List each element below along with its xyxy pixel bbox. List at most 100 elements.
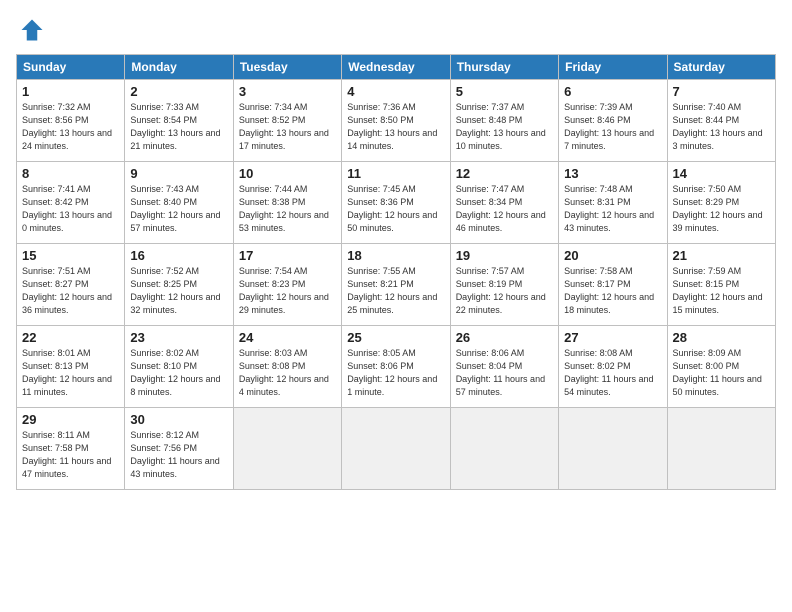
calendar-cell: 25 Sunrise: 8:05 AMSunset: 8:06 PMDayligh… [342, 326, 450, 408]
calendar-cell: 24Sunrise: 8:03 AMSunset: 8:08 PMDayligh… [233, 326, 341, 408]
weekday-header-monday: Monday [125, 55, 233, 80]
calendar-cell: 26Sunrise: 8:06 AMSunset: 8:04 PMDayligh… [450, 326, 558, 408]
day-detail: Sunrise: 7:57 AMSunset: 8:19 PMDaylight:… [456, 265, 553, 317]
calendar-table: SundayMondayTuesdayWednesdayThursdayFrid… [16, 54, 776, 490]
day-number: 5 [456, 84, 553, 99]
logo-icon [18, 16, 46, 44]
calendar-cell [559, 408, 667, 490]
weekday-header-tuesday: Tuesday [233, 55, 341, 80]
day-detail: Sunrise: 7:58 AMSunset: 8:17 PMDaylight:… [564, 265, 661, 317]
day-detail: Sunrise: 8:01 AMSunset: 8:13 PMDaylight:… [22, 347, 119, 399]
calendar-cell: 18Sunrise: 7:55 AMSunset: 8:21 PMDayligh… [342, 244, 450, 326]
day-detail: Sunrise: 8:06 AMSunset: 8:04 PMDaylight:… [456, 347, 553, 399]
day-detail: Sunrise: 7:43 AMSunset: 8:40 PMDaylight:… [130, 183, 227, 235]
calendar-cell: 4 Sunrise: 7:36 AMSunset: 8:50 PMDaylight… [342, 80, 450, 162]
day-number: 23 [130, 330, 227, 345]
day-detail: Sunrise: 7:39 AMSunset: 8:46 PMDaylight:… [564, 101, 661, 153]
calendar-cell: 14 Sunrise: 7:50 AMSunset: 8:29 PMDayligh… [667, 162, 775, 244]
day-number: 29 [22, 412, 119, 427]
day-number: 4 [347, 84, 444, 99]
day-number: 30 [130, 412, 227, 427]
calendar-cell: 11 Sunrise: 7:45 AMSunset: 8:36 PMDayligh… [342, 162, 450, 244]
day-detail: Sunrise: 8:02 AMSunset: 8:10 PMDaylight:… [130, 347, 227, 399]
calendar-cell: 1 Sunrise: 7:32 AMSunset: 8:56 PMDaylight… [17, 80, 125, 162]
day-detail: Sunrise: 7:32 AMSunset: 8:56 PMDaylight:… [22, 101, 119, 153]
calendar-cell: 9 Sunrise: 7:43 AMSunset: 8:40 PMDaylight… [125, 162, 233, 244]
day-number: 24 [239, 330, 336, 345]
logo [16, 16, 46, 44]
day-detail: Sunrise: 7:40 AMSunset: 8:44 PMDaylight:… [673, 101, 770, 153]
day-detail: Sunrise: 7:52 AMSunset: 8:25 PMDaylight:… [130, 265, 227, 317]
calendar-cell: 30 Sunrise: 8:12 AMSunset: 7:56 PMDayligh… [125, 408, 233, 490]
day-detail: Sunrise: 7:44 AMSunset: 8:38 PMDaylight:… [239, 183, 336, 235]
calendar-cell: 10 Sunrise: 7:44 AMSunset: 8:38 PMDayligh… [233, 162, 341, 244]
day-number: 10 [239, 166, 336, 181]
calendar-cell: 29 Sunrise: 8:11 AMSunset: 7:58 PMDayligh… [17, 408, 125, 490]
day-number: 8 [22, 166, 119, 181]
day-detail: Sunrise: 8:11 AMSunset: 7:58 PMDaylight:… [22, 429, 119, 481]
day-detail: Sunrise: 8:08 AMSunset: 8:02 PMDaylight:… [564, 347, 661, 399]
day-detail: Sunrise: 7:45 AMSunset: 8:36 PMDaylight:… [347, 183, 444, 235]
weekday-header-thursday: Thursday [450, 55, 558, 80]
day-detail: Sunrise: 8:05 AMSunset: 8:06 PMDaylight:… [347, 347, 444, 399]
calendar-cell: 3 Sunrise: 7:34 AMSunset: 8:52 PMDaylight… [233, 80, 341, 162]
calendar-cell: 17 Sunrise: 7:54 AMSunset: 8:23 PMDayligh… [233, 244, 341, 326]
calendar-cell: 7 Sunrise: 7:40 AMSunset: 8:44 PMDaylight… [667, 80, 775, 162]
weekday-header-sunday: Sunday [17, 55, 125, 80]
day-detail: Sunrise: 7:47 AMSunset: 8:34 PMDaylight:… [456, 183, 553, 235]
calendar-cell: 23 Sunrise: 8:02 AMSunset: 8:10 PMDayligh… [125, 326, 233, 408]
day-number: 6 [564, 84, 661, 99]
day-number: 9 [130, 166, 227, 181]
day-detail: Sunrise: 7:55 AMSunset: 8:21 PMDaylight:… [347, 265, 444, 317]
day-detail: Sunrise: 8:12 AMSunset: 7:56 PMDaylight:… [130, 429, 227, 481]
day-detail: Sunrise: 8:09 AMSunset: 8:00 PMDaylight:… [673, 347, 770, 399]
calendar-cell: 6 Sunrise: 7:39 AMSunset: 8:46 PMDaylight… [559, 80, 667, 162]
weekday-header-friday: Friday [559, 55, 667, 80]
weekday-header-wednesday: Wednesday [342, 55, 450, 80]
day-detail: Sunrise: 7:37 AMSunset: 8:48 PMDaylight:… [456, 101, 553, 153]
calendar-cell [450, 408, 558, 490]
day-number: 20 [564, 248, 661, 263]
day-detail: Sunrise: 7:34 AMSunset: 8:52 PMDaylight:… [239, 101, 336, 153]
day-detail: Sunrise: 7:59 AMSunset: 8:15 PMDaylight:… [673, 265, 770, 317]
calendar-cell: 12 Sunrise: 7:47 AMSunset: 8:34 PMDayligh… [450, 162, 558, 244]
calendar-cell: 15 Sunrise: 7:51 AMSunset: 8:27 PMDayligh… [17, 244, 125, 326]
day-detail: Sunrise: 7:48 AMSunset: 8:31 PMDaylight:… [564, 183, 661, 235]
calendar-cell: 13 Sunrise: 7:48 AMSunset: 8:31 PMDayligh… [559, 162, 667, 244]
calendar-cell: 19 Sunrise: 7:57 AMSunset: 8:19 PMDayligh… [450, 244, 558, 326]
day-detail: Sunrise: 7:41 AMSunset: 8:42 PMDaylight:… [22, 183, 119, 235]
day-number: 19 [456, 248, 553, 263]
calendar-cell: 27 Sunrise: 8:08 AMSunset: 8:02 PMDayligh… [559, 326, 667, 408]
day-number: 14 [673, 166, 770, 181]
calendar-cell [667, 408, 775, 490]
calendar-cell: 20 Sunrise: 7:58 AMSunset: 8:17 PMDayligh… [559, 244, 667, 326]
day-detail: Sunrise: 7:33 AMSunset: 8:54 PMDaylight:… [130, 101, 227, 153]
day-detail: Sunrise: 7:51 AMSunset: 8:27 PMDaylight:… [22, 265, 119, 317]
calendar-cell: 5 Sunrise: 7:37 AMSunset: 8:48 PMDaylight… [450, 80, 558, 162]
day-number: 21 [673, 248, 770, 263]
day-detail: Sunrise: 7:54 AMSunset: 8:23 PMDaylight:… [239, 265, 336, 317]
day-number: 15 [22, 248, 119, 263]
day-number: 16 [130, 248, 227, 263]
day-number: 11 [347, 166, 444, 181]
day-number: 17 [239, 248, 336, 263]
calendar-cell: 16 Sunrise: 7:52 AMSunset: 8:25 PMDayligh… [125, 244, 233, 326]
calendar-cell: 21 Sunrise: 7:59 AMSunset: 8:15 PMDayligh… [667, 244, 775, 326]
day-detail: Sunrise: 7:50 AMSunset: 8:29 PMDaylight:… [673, 183, 770, 235]
calendar-cell: 28 Sunrise: 8:09 AMSunset: 8:00 PMDayligh… [667, 326, 775, 408]
calendar-cell: 22 Sunrise: 8:01 AMSunset: 8:13 PMDayligh… [17, 326, 125, 408]
day-number: 2 [130, 84, 227, 99]
day-number: 27 [564, 330, 661, 345]
day-number: 25 [347, 330, 444, 345]
day-number: 12 [456, 166, 553, 181]
calendar-cell [342, 408, 450, 490]
day-number: 28 [673, 330, 770, 345]
day-number: 13 [564, 166, 661, 181]
calendar-cell: 2 Sunrise: 7:33 AMSunset: 8:54 PMDaylight… [125, 80, 233, 162]
day-number: 7 [673, 84, 770, 99]
day-number: 22 [22, 330, 119, 345]
calendar-cell [233, 408, 341, 490]
day-detail: Sunrise: 7:36 AMSunset: 8:50 PMDaylight:… [347, 101, 444, 153]
day-number: 1 [22, 84, 119, 99]
day-number: 3 [239, 84, 336, 99]
